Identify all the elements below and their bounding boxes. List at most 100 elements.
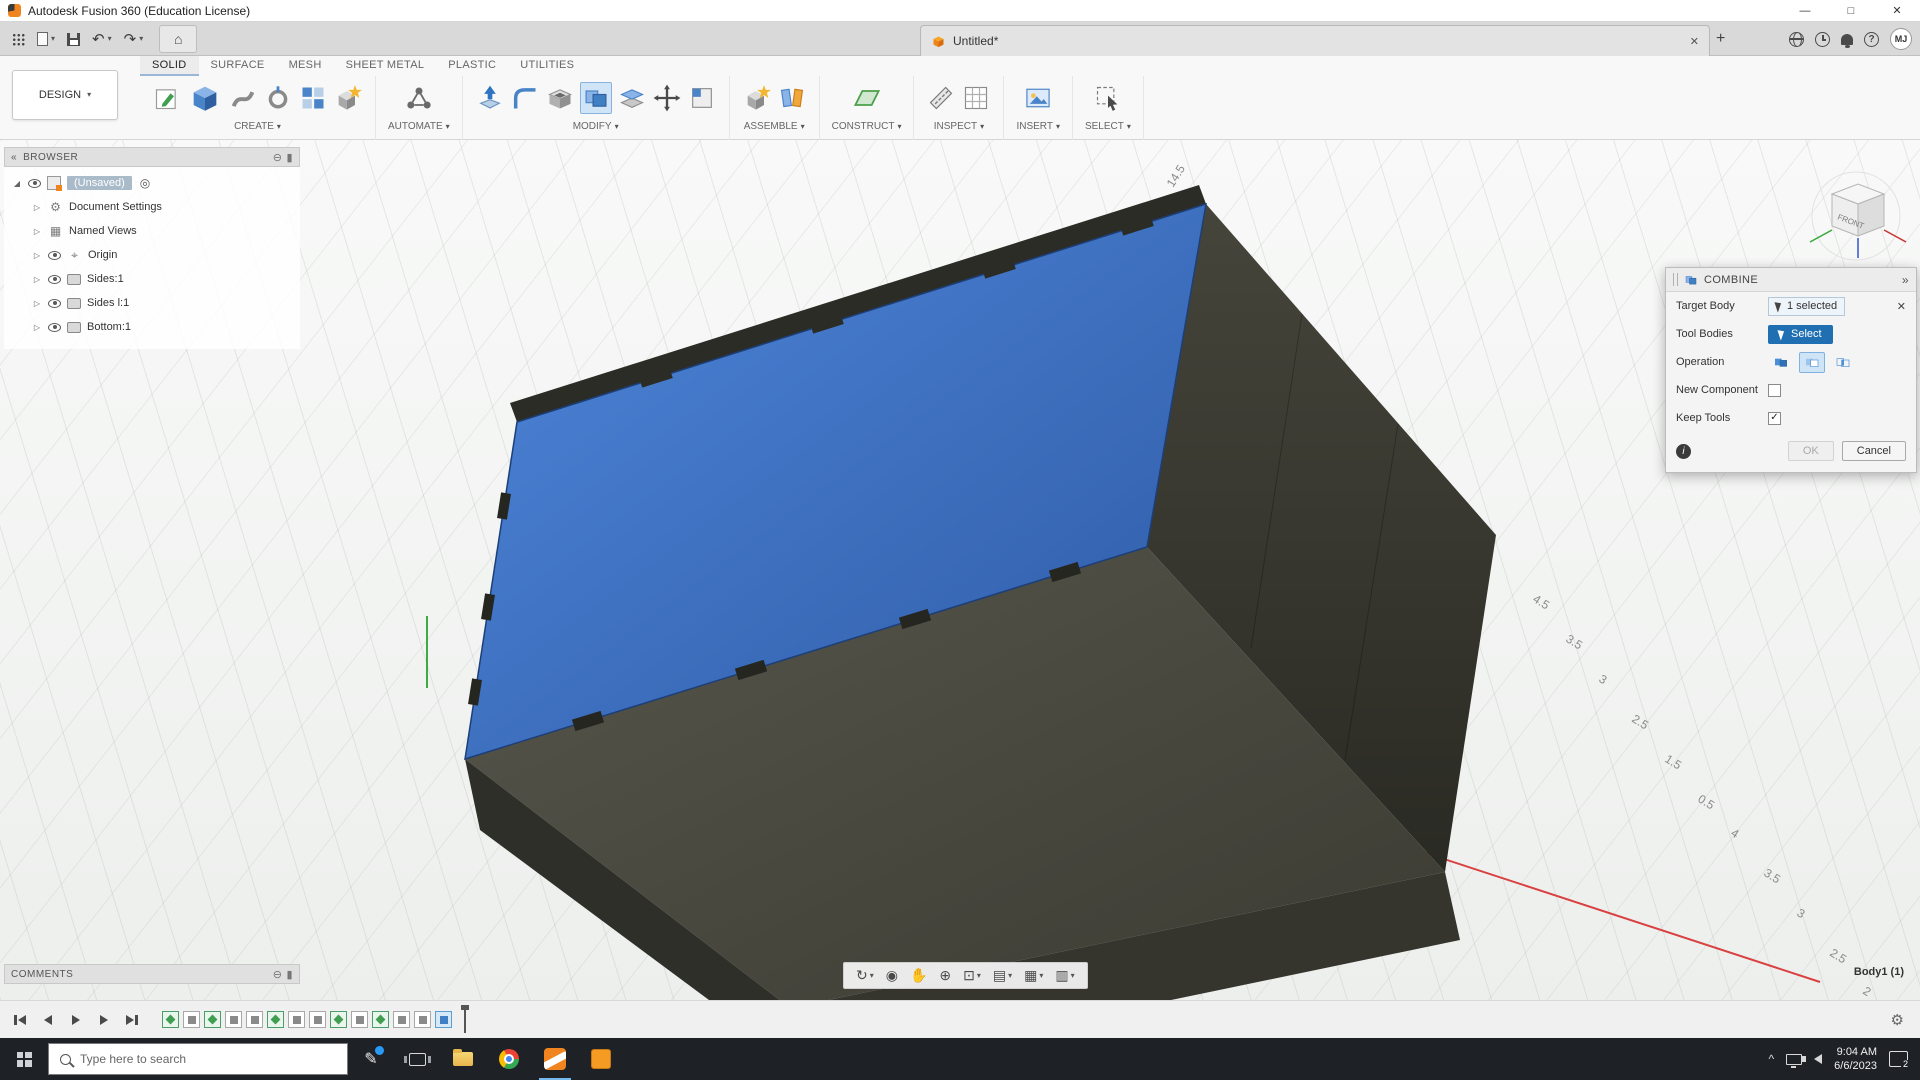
visibility-eye-icon[interactable] — [28, 179, 41, 188]
look-at-button[interactable]: ◉ — [881, 967, 903, 984]
tree-row-origin[interactable]: ▷ ⌖ Origin — [4, 243, 300, 267]
timeline-feature-body[interactable] — [288, 1011, 305, 1028]
display-settings-button[interactable]: ▤▾ — [988, 967, 1017, 984]
group-insert-label[interactable]: INSERT▾ — [1016, 121, 1060, 132]
insert-button[interactable] — [1023, 83, 1053, 113]
timeline-settings-gear-icon[interactable]: ⚙ — [1891, 1011, 1904, 1029]
shell-button[interactable] — [545, 83, 575, 113]
combine-dialog-header[interactable]: COMBINE » — [1666, 268, 1916, 292]
new-component-checkbox[interactable] — [1768, 384, 1781, 397]
tab-utilities[interactable]: UTILITIES — [508, 56, 586, 76]
panel-collapse-icon[interactable]: ⊖ — [273, 151, 283, 164]
viewports-button[interactable]: ▥▾ — [1050, 967, 1079, 984]
select-button[interactable] — [1093, 83, 1123, 113]
extensions-icon[interactable] — [1789, 32, 1804, 47]
undo-button[interactable]: ↶▾ — [92, 30, 112, 48]
tree-collapsed-icon[interactable]: ▷ — [32, 203, 42, 212]
activate-component-icon[interactable]: ◎ — [140, 176, 150, 190]
section-analysis-button[interactable] — [961, 83, 991, 113]
align-button[interactable] — [687, 83, 717, 113]
group-create-label[interactable]: CREATE▾ — [234, 121, 281, 132]
orbit-button[interactable]: ↻▾ — [851, 967, 879, 984]
revolve-button[interactable] — [263, 83, 293, 113]
tree-row-sides-1[interactable]: ▷ Sides:1 — [4, 267, 300, 291]
assemble-new-component-button[interactable] — [742, 83, 772, 113]
step-back-button[interactable] — [38, 1010, 58, 1030]
extrude-button[interactable] — [187, 80, 223, 116]
help-icon[interactable]: ? — [1864, 32, 1879, 47]
fusion-360-button[interactable] — [532, 1038, 578, 1080]
operation-intersect-button[interactable] — [1830, 352, 1856, 373]
timeline-feature-body[interactable] — [414, 1011, 431, 1028]
orange-app-button[interactable] — [578, 1038, 624, 1080]
tab-plastic[interactable]: PLASTIC — [436, 56, 508, 76]
browser-header[interactable]: « BROWSER ⊖ ▮ — [4, 147, 300, 167]
sweep-button[interactable] — [228, 83, 258, 113]
offset-face-button[interactable] — [617, 83, 647, 113]
tree-collapsed-icon[interactable]: ▷ — [32, 323, 42, 332]
fit-button[interactable]: ⊡▾ — [958, 967, 986, 984]
group-select-label[interactable]: SELECT▾ — [1085, 121, 1131, 132]
timeline-feature-sketch[interactable] — [372, 1011, 389, 1028]
home-view-button[interactable]: ⌂ — [159, 25, 197, 53]
keep-tools-checkbox[interactable]: ✓ — [1768, 412, 1781, 425]
tree-row-bottom-1[interactable]: ▷ Bottom:1 — [4, 315, 300, 339]
close-button[interactable]: ✕ — [1874, 0, 1920, 21]
visibility-eye-icon[interactable] — [48, 323, 61, 332]
cancel-button[interactable]: Cancel — [1842, 441, 1906, 461]
timeline-feature-combine[interactable] — [435, 1011, 452, 1028]
display-tray-icon[interactable] — [1786, 1054, 1802, 1065]
user-avatar[interactable]: MJ — [1890, 28, 1912, 50]
volume-icon[interactable] — [1814, 1054, 1822, 1064]
timeline-feature-body[interactable] — [309, 1011, 326, 1028]
create-sketch-button[interactable] — [152, 83, 182, 113]
root-document-label[interactable]: (Unsaved) — [67, 176, 132, 190]
group-modify-label[interactable]: MODIFY▾ — [573, 121, 619, 132]
action-center-icon[interactable]: 2 — [1889, 1051, 1908, 1067]
automate-button[interactable] — [404, 83, 434, 113]
group-assemble-label[interactable]: ASSEMBLE▾ — [744, 121, 805, 132]
file-explorer-button[interactable] — [440, 1038, 486, 1080]
taskbar-search[interactable] — [48, 1043, 348, 1075]
target-body-selection[interactable]: 1 selected — [1768, 297, 1845, 316]
play-button[interactable] — [66, 1010, 86, 1030]
tree-collapsed-icon[interactable]: ▷ — [32, 275, 42, 284]
timeline-feature-sketch[interactable] — [330, 1011, 347, 1028]
redo-button[interactable]: ↷▾ — [124, 30, 144, 48]
chrome-button[interactable] — [486, 1038, 532, 1080]
pan-button[interactable]: ✋ — [905, 967, 932, 984]
construct-plane-button[interactable] — [852, 83, 882, 113]
operation-cut-button[interactable] — [1799, 352, 1825, 373]
timeline-feature-sketch[interactable] — [267, 1011, 284, 1028]
tree-collapsed-icon[interactable]: ▷ — [32, 227, 42, 236]
go-to-end-button[interactable] — [122, 1010, 142, 1030]
maximize-button[interactable]: □ — [1828, 0, 1874, 21]
group-automate-label[interactable]: AUTOMATE▾ — [388, 121, 450, 132]
timeline-feature-body[interactable] — [183, 1011, 200, 1028]
tab-sheet-metal[interactable]: SHEET METAL — [334, 56, 437, 76]
tree-row-named-views[interactable]: ▷ ▦ Named Views — [4, 219, 300, 243]
tab-surface[interactable]: SURFACE — [199, 56, 277, 76]
document-tab[interactable]: Untitled* ✕ — [920, 25, 1710, 56]
visibility-eye-icon[interactable] — [48, 251, 61, 260]
collapse-left-icon[interactable]: « — [11, 152, 17, 163]
tree-expanded-icon[interactable]: ◢ — [12, 179, 22, 188]
comments-header[interactable]: COMMENTS ⊖ ▮ — [4, 964, 300, 984]
tree-collapsed-icon[interactable]: ▷ — [32, 299, 42, 308]
task-view-button[interactable] — [394, 1038, 440, 1080]
new-tab-button[interactable]: + — [1716, 30, 1725, 48]
view-cube[interactable]: FRONT — [1800, 168, 1912, 268]
zoom-button[interactable]: ⊕ — [934, 967, 956, 984]
ok-button[interactable]: OK — [1788, 441, 1834, 461]
measure-button[interactable] — [926, 83, 956, 113]
go-to-start-button[interactable] — [10, 1010, 30, 1030]
grid-settings-button[interactable]: ▦▾ — [1019, 967, 1048, 984]
timeline-playhead[interactable] — [464, 1006, 466, 1033]
tray-expand-icon[interactable]: ^ — [1769, 1052, 1775, 1066]
start-button[interactable] — [0, 1038, 48, 1080]
info-icon[interactable]: i — [1676, 444, 1691, 459]
group-construct-label[interactable]: CONSTRUCT▾ — [832, 121, 902, 132]
joint-button[interactable] — [777, 83, 807, 113]
pattern-button[interactable] — [298, 83, 328, 113]
tree-row-document-settings[interactable]: ▷ ⚙ Document Settings — [4, 195, 300, 219]
